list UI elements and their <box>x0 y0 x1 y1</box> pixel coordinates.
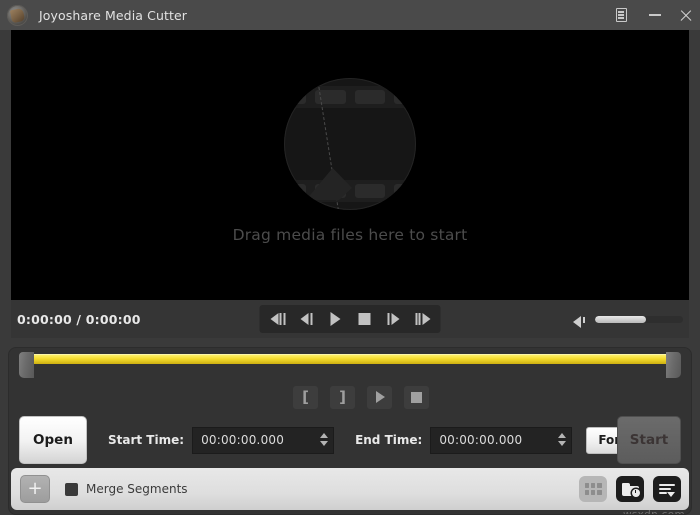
film-reel-icon <box>284 78 416 210</box>
film-strip-top <box>284 86 416 108</box>
transport-controls <box>260 305 441 333</box>
stop-segment-button[interactable] <box>404 386 429 409</box>
segment-tools: [ ] <box>31 382 691 412</box>
stop-segment-icon <box>411 392 422 403</box>
stop-icon <box>359 313 371 325</box>
volume-slider[interactable] <box>595 316 683 323</box>
rewind-icon <box>301 313 313 325</box>
mark-in-button[interactable]: [ <box>293 386 318 409</box>
close-button[interactable] <box>670 0 700 30</box>
next-frame-button[interactable] <box>411 307 435 331</box>
bracket-right-icon: ] <box>339 390 346 405</box>
task-list-icon <box>659 483 675 496</box>
play-segment-icon <box>376 391 385 403</box>
film-strip-bottom <box>284 180 416 202</box>
bracket-left-icon: [ <box>302 390 309 405</box>
playback-bar: 0:00:00 / 0:00:00 <box>11 300 689 338</box>
batch-segments-button[interactable] <box>579 476 607 502</box>
bottom-toolbar: + Merge Segments <box>11 468 689 510</box>
window-title: Joyoshare Media Cutter <box>39 8 187 23</box>
start-time-stepper[interactable] <box>317 429 331 450</box>
time-display: 0:00:00 / 0:00:00 <box>11 312 141 327</box>
trim-end-handle[interactable] <box>666 352 681 378</box>
bottom-icon-group <box>579 476 681 502</box>
end-time-label: End Time: <box>355 433 422 447</box>
volume-control[interactable] <box>573 313 683 326</box>
add-segment-button[interactable]: + <box>20 475 50 503</box>
volume-icon[interactable] <box>573 313 588 326</box>
menu-button[interactable] <box>606 0 636 30</box>
end-time-input[interactable]: 00:00:00.000 <box>430 427 572 454</box>
end-time-value: 00:00:00.000 <box>431 433 522 447</box>
close-icon <box>679 9 692 22</box>
chevron-up-icon <box>558 433 566 438</box>
stop-button[interactable] <box>353 307 377 331</box>
merge-segments-checkbox[interactable] <box>65 483 78 496</box>
next-frame-icon <box>415 313 430 325</box>
app-logo-icon <box>7 5 28 26</box>
watermark-text: wsxdn.com <box>623 509 685 515</box>
controls-row: Open Start Time: 00:00:00.000 End Time: … <box>9 412 691 468</box>
open-button[interactable]: Open <box>19 416 87 464</box>
volume-slider-fill <box>595 316 646 323</box>
window-controls <box>606 0 700 30</box>
trim-timeline[interactable] <box>9 348 691 382</box>
chevron-down-icon <box>320 441 328 446</box>
minimize-button[interactable] <box>640 0 670 30</box>
editor-panel: [ ] Open Start Time: 00:00:00.000 <box>8 347 692 515</box>
minimize-icon <box>649 14 661 15</box>
forward-button[interactable] <box>382 307 406 331</box>
merge-segments-label: Merge Segments <box>86 482 188 496</box>
forward-icon <box>388 313 400 325</box>
task-list-button[interactable] <box>653 476 681 502</box>
previous-frame-button[interactable] <box>266 307 290 331</box>
drop-hint-text: Drag media files here to start <box>233 226 468 244</box>
play-icon <box>331 312 341 326</box>
menu-icon <box>616 8 627 22</box>
mark-out-button[interactable]: ] <box>330 386 355 409</box>
chevron-down-icon <box>558 441 566 446</box>
rewind-button[interactable] <box>295 307 319 331</box>
start-time-label: Start Time: <box>108 433 184 447</box>
previous-frame-icon <box>270 313 285 325</box>
title-bar: Joyoshare Media Cutter <box>0 0 700 30</box>
video-preview-area[interactable]: Drag media files here to start <box>11 30 689 300</box>
start-time-value: 00:00:00.000 <box>193 433 284 447</box>
preview-segment-button[interactable] <box>367 386 392 409</box>
chevron-up-icon <box>320 433 328 438</box>
trim-selection-bar[interactable] <box>34 354 666 364</box>
output-folder-icon <box>622 483 639 496</box>
merge-segments-option[interactable]: Merge Segments <box>65 482 188 496</box>
start-time-input[interactable]: 00:00:00.000 <box>192 427 334 454</box>
app-window: Joyoshare Media Cutter Drag media fil <box>0 0 700 515</box>
trim-start-handle[interactable] <box>19 352 34 378</box>
start-button[interactable]: Start <box>617 416 681 464</box>
batch-segments-icon <box>585 483 602 495</box>
play-button[interactable] <box>324 307 348 331</box>
output-folder-button[interactable] <box>616 476 644 502</box>
end-time-stepper[interactable] <box>555 429 569 450</box>
